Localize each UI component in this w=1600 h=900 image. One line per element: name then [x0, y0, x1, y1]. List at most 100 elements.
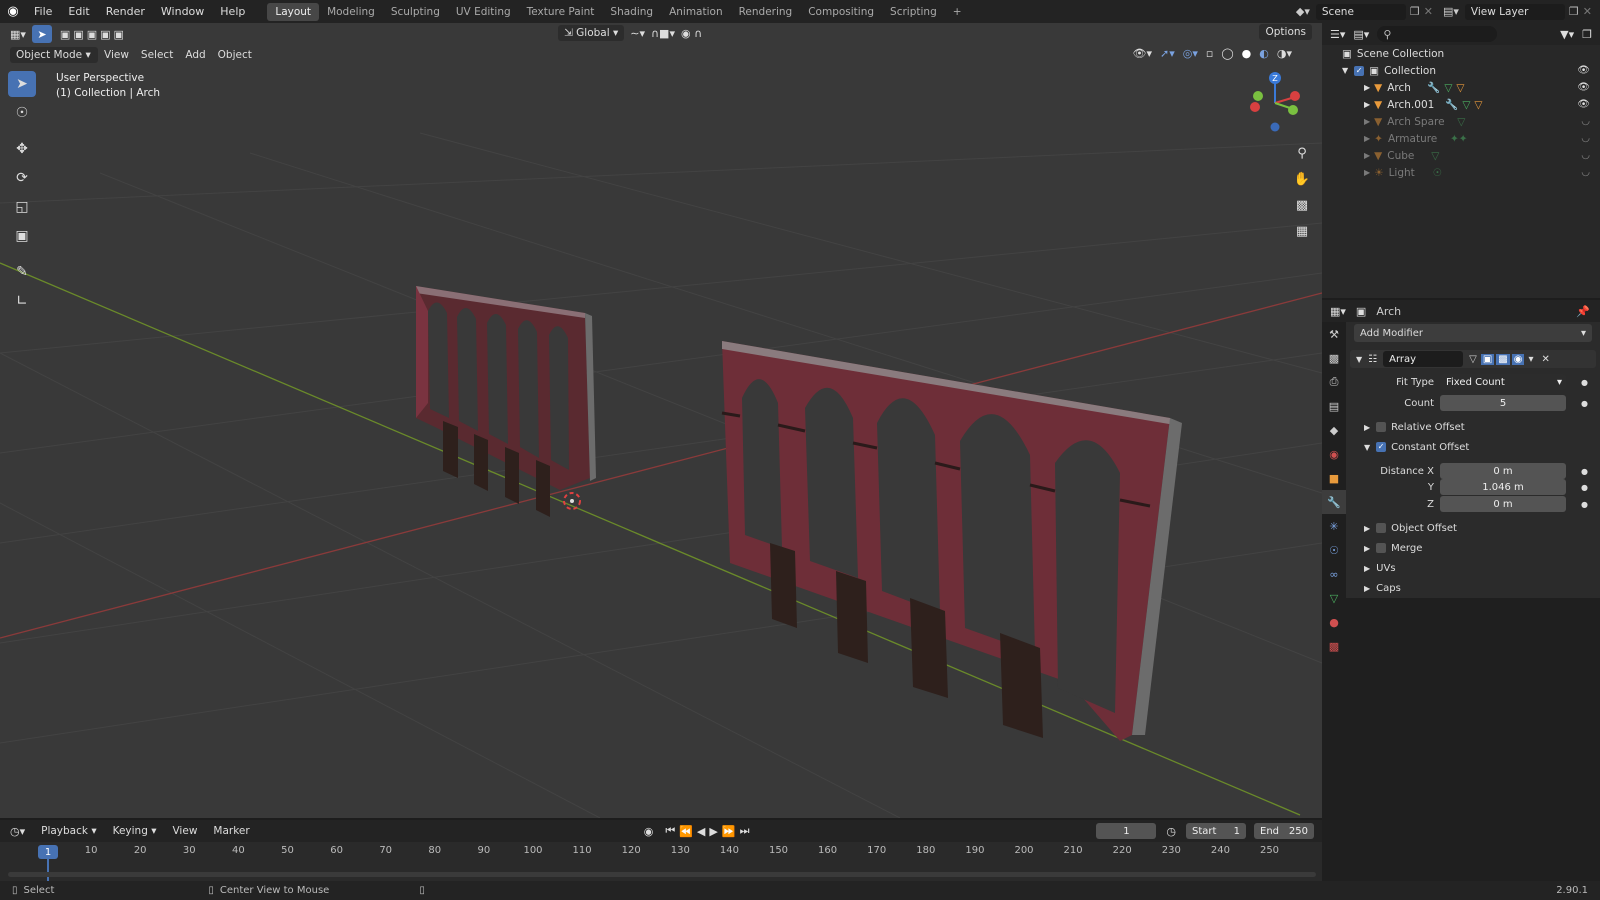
viewport-display-icon[interactable]: ▩: [1496, 353, 1510, 365]
modifier-name-field[interactable]: Array: [1383, 351, 1464, 367]
eye-icon[interactable]: 👁: [1577, 65, 1590, 76]
play-reverse-icon[interactable]: ◀: [697, 825, 705, 838]
merge-row[interactable]: ▶ Merge: [1346, 539, 1600, 557]
pan-hand-icon[interactable]: ✋: [1290, 167, 1314, 191]
pin-icon[interactable]: 📌: [1576, 305, 1590, 318]
tab-texture-paint[interactable]: Texture Paint: [519, 3, 603, 21]
menu-view[interactable]: View: [98, 47, 135, 63]
particles-tab-icon[interactable]: ✳: [1322, 514, 1346, 538]
modifier-dropdown-icon[interactable]: ▾: [1528, 354, 1533, 365]
expand-arrow-icon[interactable]: ▶: [1364, 100, 1370, 109]
scene-selector[interactable]: Scene: [1315, 3, 1406, 20]
end-frame-field[interactable]: End 250: [1254, 823, 1314, 839]
render-display-icon[interactable]: ◉: [1511, 353, 1525, 365]
modifier-tab-icon[interactable]: 🔧: [1322, 490, 1346, 514]
neg-x-axis-handle[interactable]: [1250, 102, 1260, 112]
tab-uv-editing[interactable]: UV Editing: [448, 3, 519, 21]
menu-window[interactable]: Window: [153, 5, 212, 18]
timeline-editor-icon[interactable]: ◷▾: [10, 825, 25, 838]
material-tab-icon[interactable]: ●: [1322, 610, 1346, 634]
mode-selector[interactable]: Object Mode ▾: [10, 47, 98, 63]
tab-sculpting[interactable]: Sculpting: [383, 3, 448, 21]
object-offset-row[interactable]: ▶ Object Offset: [1346, 519, 1600, 537]
outliner-item-arch-spare[interactable]: ▶ ▼ Arch Spare ▽ ◡: [1322, 113, 1600, 130]
3d-viewport[interactable]: ▦▾ ➤ ▣▣▣▣▣ Object Mode ▾ View Select Add…: [0, 23, 1322, 818]
play-icon[interactable]: ▶: [709, 825, 717, 838]
scene-tab-icon[interactable]: ◆: [1322, 418, 1346, 442]
blender-logo-icon[interactable]: ◉: [0, 4, 26, 19]
prev-keyframe-icon[interactable]: ⏪: [679, 825, 693, 838]
menu-edit[interactable]: Edit: [60, 5, 97, 18]
expand-arrow-icon[interactable]: ▶: [1364, 134, 1370, 143]
distance-x-field[interactable]: 0 m: [1440, 463, 1566, 479]
expand-arrow-icon[interactable]: ▶: [1364, 423, 1370, 432]
orientation-selector[interactable]: ⇲ Global ▾: [558, 25, 625, 41]
add-modifier-button[interactable]: Add Modifier ▾: [1354, 324, 1592, 342]
arch-far[interactable]: [416, 286, 596, 517]
display-mode-icon[interactable]: ▤▾: [1353, 28, 1369, 41]
expand-arrow-icon[interactable]: ▼: [1342, 66, 1348, 75]
expand-arrow-icon[interactable]: ▶: [1364, 168, 1370, 177]
tab-compositing[interactable]: Compositing: [800, 3, 882, 21]
select-tool-icon[interactable]: ➤: [8, 71, 36, 97]
menu-marker[interactable]: Marker: [207, 823, 255, 839]
camera-view-icon[interactable]: ▩: [1290, 193, 1314, 217]
tab-rendering[interactable]: Rendering: [731, 3, 801, 21]
view-layer-tab-icon[interactable]: ▤: [1322, 394, 1346, 418]
jump-end-icon[interactable]: ⏭: [740, 824, 750, 838]
pivot-icon[interactable]: ∼▾: [630, 27, 645, 40]
jump-start-icon[interactable]: ⏮: [665, 824, 675, 838]
keyframe-dot-icon[interactable]: ●: [1581, 399, 1588, 408]
add-workspace-button[interactable]: +: [945, 3, 970, 21]
keyframe-dot-icon[interactable]: ●: [1581, 467, 1588, 476]
distance-y-field[interactable]: 1.046 m: [1440, 479, 1566, 495]
menu-render[interactable]: Render: [98, 5, 153, 18]
remove-modifier-icon[interactable]: ✕: [1542, 354, 1550, 365]
data-tab-icon[interactable]: ▽: [1322, 586, 1346, 610]
eye-icon[interactable]: 👁: [1577, 99, 1590, 110]
outliner-item-arch[interactable]: ▶ ▼ Arch 🔧 ▽ ▽ 👁: [1322, 79, 1600, 96]
uvs-row[interactable]: ▶ UVs: [1346, 559, 1600, 577]
tab-modeling[interactable]: Modeling: [319, 3, 383, 21]
eye-closed-icon[interactable]: ◡: [1581, 116, 1590, 127]
distance-z-field[interactable]: 0 m: [1440, 496, 1566, 512]
relative-offset-row[interactable]: ▶ Relative Offset: [1346, 418, 1600, 436]
overlay-toggle-icon[interactable]: ◎▾: [1183, 47, 1198, 60]
menu-help[interactable]: Help: [212, 5, 253, 18]
keyframe-dot-icon[interactable]: ●: [1581, 378, 1588, 387]
neg-z-axis-handle[interactable]: [1270, 122, 1280, 132]
zoom-icon[interactable]: ⚲: [1290, 141, 1314, 165]
tab-shading[interactable]: Shading: [602, 3, 661, 21]
object-tab-icon[interactable]: ■: [1322, 466, 1346, 490]
remove-scene-icon[interactable]: ✕: [1424, 5, 1433, 18]
menu-add[interactable]: Add: [179, 47, 211, 63]
expand-arrow-icon[interactable]: ▶: [1364, 151, 1370, 160]
collection-checkbox[interactable]: ✓: [1354, 65, 1365, 76]
navigation-gizmo[interactable]: Z: [1245, 69, 1305, 139]
merge-checkbox[interactable]: [1376, 543, 1387, 553]
world-tab-icon[interactable]: ◉: [1322, 442, 1346, 466]
xray-icon[interactable]: ▫: [1206, 47, 1213, 60]
gizmo-toggle-icon[interactable]: ➚▾: [1160, 47, 1175, 60]
select-mode-icon[interactable]: ➤: [31, 25, 52, 43]
start-frame-field[interactable]: Start 1: [1186, 823, 1246, 839]
measure-tool-icon[interactable]: ∟: [8, 288, 36, 314]
proportional-edit-icon[interactable]: ◉ ∩: [681, 27, 702, 40]
fit-type-dropdown[interactable]: Fixed Count ▾: [1440, 374, 1566, 390]
current-frame-field[interactable]: 1: [1096, 823, 1157, 839]
outliner-search-input[interactable]: ⚲: [1377, 26, 1498, 42]
neg-y-axis-handle[interactable]: [1253, 91, 1263, 101]
menu-timeline-view[interactable]: View: [166, 823, 203, 839]
timeline-ruler[interactable]: 1 10 20 30 40 50 60 70 80 90 100 110 120 130 140 150 16…: [0, 842, 1322, 881]
annotate-tool-icon[interactable]: ✎: [8, 259, 36, 285]
wireframe-shading-icon[interactable]: ◯: [1221, 47, 1233, 60]
snap-icon[interactable]: ∩■▾: [651, 27, 675, 40]
texture-tab-icon[interactable]: ▩: [1322, 634, 1346, 658]
outliner-editor-icon[interactable]: ☰▾: [1330, 28, 1345, 41]
3d-cursor-icon[interactable]: [563, 492, 581, 510]
scene-icon[interactable]: ◆▾: [1296, 5, 1310, 18]
timeline-scrollbar[interactable]: [8, 872, 1316, 877]
expand-arrow-icon[interactable]: ▶: [1364, 117, 1370, 126]
new-view-layer-icon[interactable]: ❐: [1569, 5, 1579, 18]
cursor-tool-icon[interactable]: ☉: [8, 100, 36, 126]
